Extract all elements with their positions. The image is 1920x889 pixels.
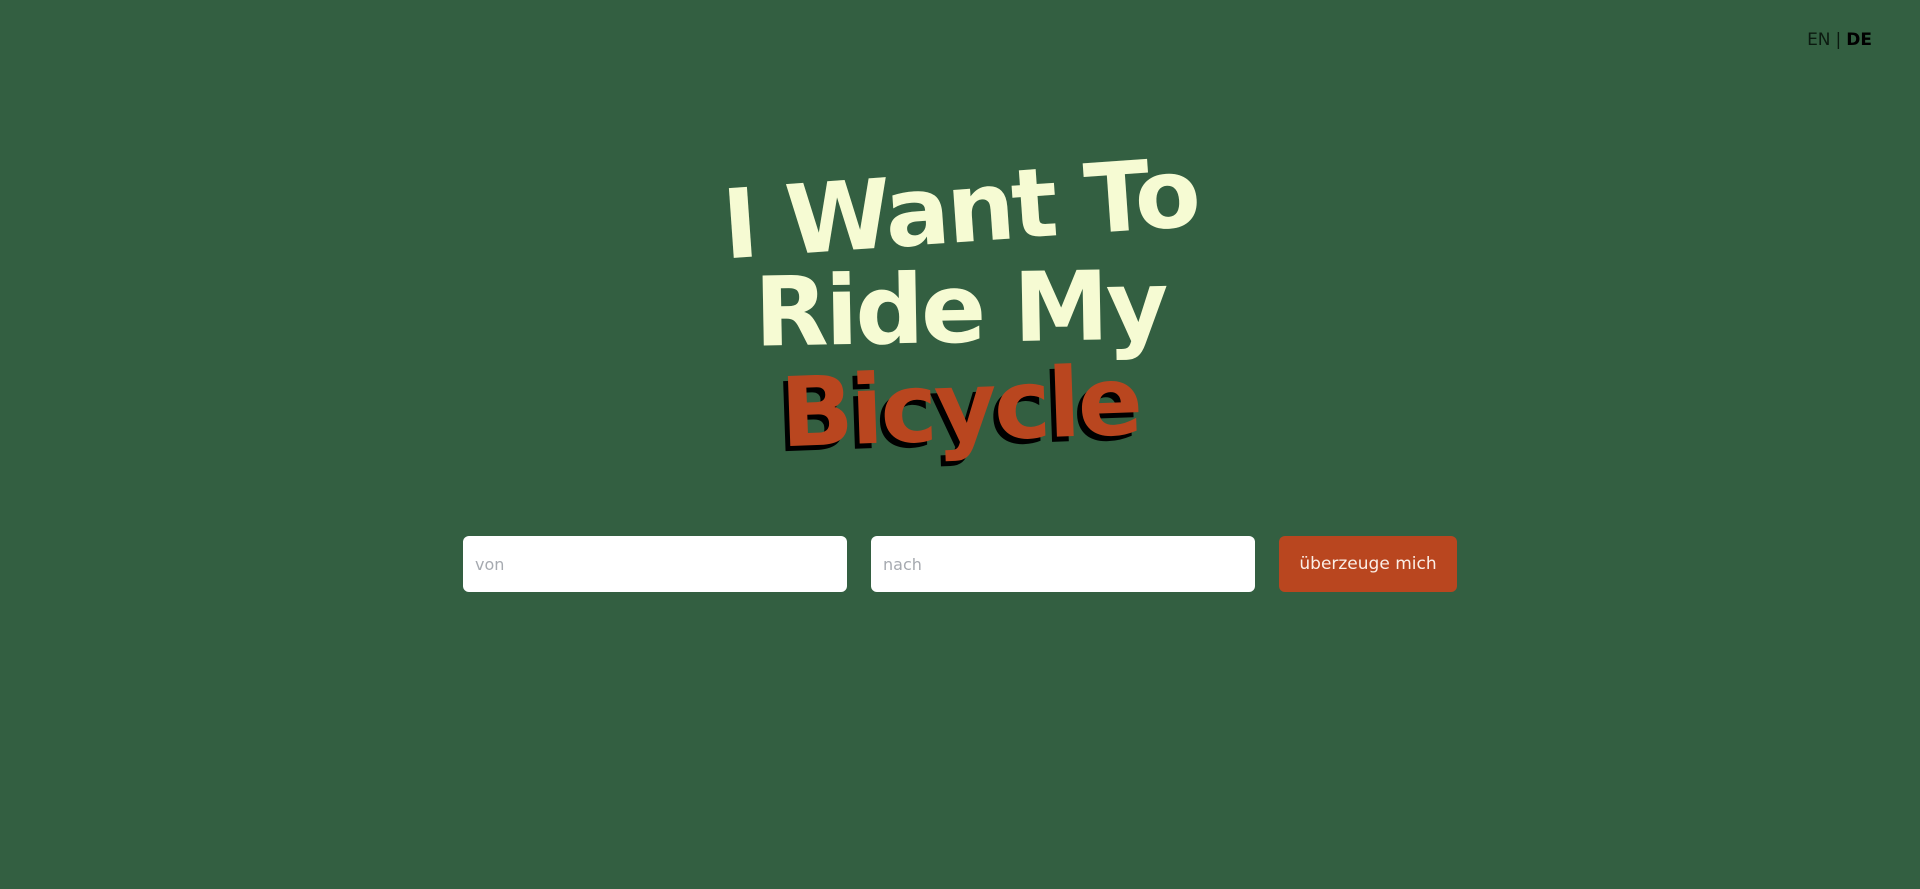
to-input[interactable] [871,536,1255,592]
from-input[interactable] [463,536,847,592]
convince-me-button[interactable]: überzeuge mich [1279,536,1457,592]
route-form: überzeuge mich [463,536,1457,592]
language-switcher: EN | DE [1807,30,1872,50]
language-option-de[interactable]: DE [1846,30,1872,50]
language-option-en[interactable]: EN [1807,30,1830,50]
hero-headline: I Want To Ride My Bicycle [0,137,1920,470]
language-separator: | [1835,30,1842,50]
